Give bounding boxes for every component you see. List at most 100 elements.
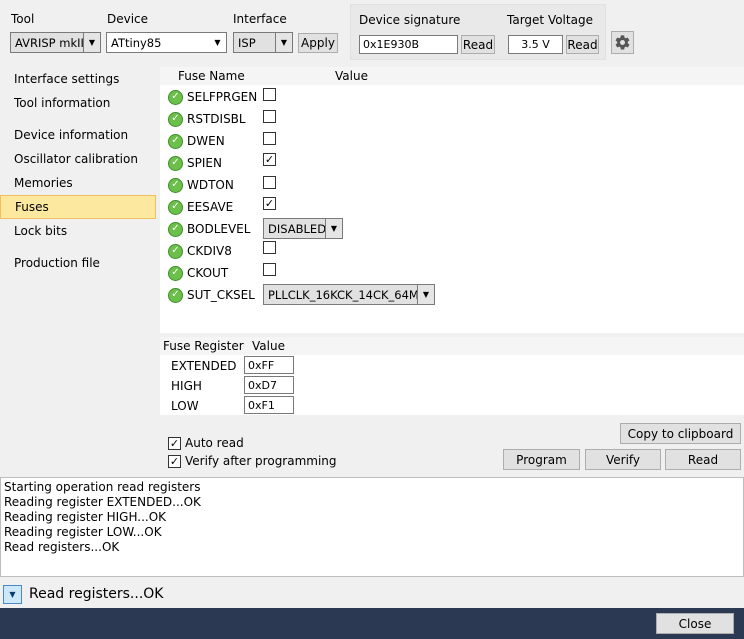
fuse-name: SPIEN <box>187 156 222 170</box>
check-circle-icon: ✓ <box>168 221 183 237</box>
fuse-name: RSTDISBL <box>187 112 246 126</box>
extended-value-field[interactable]: 0xFF <box>244 356 294 374</box>
interface-select[interactable]: ISP ▼ <box>233 32 293 53</box>
tool-select[interactable]: AVRISP mkII ▼ <box>10 32 101 53</box>
check-circle-icon: ✓ <box>168 199 183 215</box>
spien-checkbox[interactable]: ✓ <box>263 153 276 166</box>
auto-read-checkbox[interactable]: ✓ <box>168 437 181 450</box>
log-line: Read registers...OK <box>4 540 120 554</box>
register-row-low: LOW <box>171 397 199 415</box>
fuse-row-rstdisbl: ✓ RSTDISBL <box>168 108 246 130</box>
sut-cksel-select-value: PLLCLK_16KCK_14CK_64MS <box>268 287 417 302</box>
check-circle-icon: ✓ <box>168 243 183 259</box>
signature-panel: Device signature 0x1E930B Read Target Vo… <box>350 4 606 60</box>
voltage-field: 3.5 V <box>508 35 563 54</box>
check-circle-icon: ✓ <box>168 133 183 149</box>
device-programming-window: Tool AVRISP mkII ▼ Device ATtiny85 ▼ Int… <box>0 0 744 639</box>
voltage-label: Target Voltage <box>507 13 593 27</box>
sidebar-item-label: Oscillator calibration <box>14 152 138 166</box>
sidebar-item-label: Production file <box>14 256 100 270</box>
fuse-name-header: Fuse Name <box>178 69 245 83</box>
fuse-row-ckdiv8: ✓ CKDIV8 <box>168 240 232 262</box>
tool-select-value: AVRISP mkII <box>15 35 83 50</box>
dwen-checkbox[interactable] <box>263 132 276 145</box>
settings-button[interactable] <box>611 31 634 54</box>
toolbar: Tool AVRISP mkII ▼ Device ATtiny85 ▼ Int… <box>0 0 744 62</box>
low-value-field[interactable]: 0xF1 <box>244 396 294 414</box>
bodlevel-select-value: DISABLED <box>268 221 325 236</box>
interface-label: Interface <box>233 12 287 26</box>
auto-read-label: Auto read <box>185 436 244 450</box>
eesave-checkbox[interactable]: ✓ <box>263 197 276 210</box>
sidebar-item-oscillator-calibration[interactable]: Oscillator calibration <box>0 147 156 171</box>
fuse-row-ckout: ✓ CKOUT <box>168 262 228 284</box>
signature-read-button[interactable]: Read <box>461 35 495 54</box>
sidebar-item-label: Tool information <box>14 96 111 110</box>
sut-cksel-select[interactable]: PLLCLK_16KCK_14CK_64MS ▼ <box>263 284 435 305</box>
ckout-checkbox[interactable] <box>263 263 276 276</box>
fuse-row-bodlevel: ✓ BODLEVEL <box>168 218 250 240</box>
bodlevel-select[interactable]: DISABLED ▼ <box>263 218 343 239</box>
chevron-down-icon: ▼ <box>325 219 342 238</box>
high-value-field[interactable]: 0xD7 <box>244 376 294 394</box>
fuse-name: SUT_CKSEL <box>187 288 255 302</box>
sidebar-item-fuses[interactable]: Fuses <box>0 195 156 219</box>
fuse-name: WDTON <box>187 178 234 192</box>
log-line: Reading register EXTENDED...OK <box>4 495 201 509</box>
sidebar-item-label: Memories <box>14 176 73 190</box>
ckdiv8-checkbox[interactable] <box>263 241 276 254</box>
sidebar-item-device-information[interactable]: Device information <box>0 123 156 147</box>
sidebar-item-production-file[interactable]: Production file <box>0 251 156 275</box>
sidebar-item-tool-information[interactable]: Tool information <box>0 91 156 115</box>
log-line: Reading register HIGH...OK <box>4 510 167 524</box>
chevron-down-icon: ▼ <box>417 285 434 304</box>
fuse-name: CKOUT <box>187 266 229 280</box>
apply-button[interactable]: Apply <box>298 33 338 53</box>
fuse-name: SELFPRGEN <box>187 90 258 104</box>
device-select[interactable]: ATtiny85 ▼ <box>106 32 227 53</box>
fuse-row-eesave: ✓ EESAVE <box>168 196 233 218</box>
check-circle-icon: ✓ <box>168 111 183 127</box>
close-button[interactable]: Close <box>656 613 734 634</box>
check-circle-icon: ✓ <box>168 265 183 281</box>
check-circle-icon: ✓ <box>168 155 183 171</box>
log-output[interactable]: Starting operation read registers Readin… <box>0 477 744 577</box>
status-text: Read registers...OK <box>29 586 164 602</box>
check-circle-icon: ✓ <box>168 89 183 105</box>
wdton-checkbox[interactable] <box>263 176 276 189</box>
sidebar-item-label: Interface settings <box>14 72 120 86</box>
fuse-row-dwen: ✓ DWEN <box>168 130 225 152</box>
signature-label: Device signature <box>359 13 461 27</box>
sidebar-item-lock-bits[interactable]: Lock bits <box>0 219 156 243</box>
rstdisbl-checkbox[interactable] <box>263 110 276 123</box>
register-value-header: Value <box>252 339 285 353</box>
sidebar-item-label: Lock bits <box>14 224 68 238</box>
status-bar: ▼ Read registers...OK <box>0 580 744 608</box>
log-line: Starting operation read registers <box>4 480 201 494</box>
register-row-extended: EXTENDED <box>171 357 237 375</box>
device-label: Device <box>107 12 149 26</box>
fuse-table-header <box>160 67 744 85</box>
fuse-name: EESAVE <box>187 200 234 214</box>
read-button[interactable]: Read <box>665 449 741 470</box>
check-circle-icon: ✓ <box>168 287 183 303</box>
verify-button[interactable]: Verify <box>585 449 661 470</box>
verify-after-programming-checkbox[interactable]: ✓ <box>168 455 181 468</box>
log-toggle-button[interactable]: ▼ <box>3 584 22 604</box>
chevron-down-icon: ▼ <box>275 33 292 52</box>
voltage-read-button[interactable]: Read <box>566 35 599 54</box>
program-button[interactable]: Program <box>503 449 580 470</box>
register-row-high: HIGH <box>171 377 202 395</box>
fuse-row-sut-cksel: ✓ SUT_CKSEL <box>168 284 255 306</box>
fuse-name: BODLEVEL <box>187 222 251 236</box>
gear-icon <box>614 34 631 51</box>
check-circle-icon: ✓ <box>168 177 183 193</box>
sidebar-item-interface-settings[interactable]: Interface settings <box>0 67 156 91</box>
chevron-down-icon: ▼ <box>83 33 100 52</box>
copy-to-clipboard-button[interactable]: Copy to clipboard <box>620 423 741 444</box>
selfprgen-checkbox[interactable] <box>263 88 276 101</box>
register-table-header <box>160 337 744 355</box>
chevron-down-icon: ▼ <box>209 33 226 52</box>
sidebar-item-memories[interactable]: Memories <box>0 171 156 195</box>
chevron-down-icon: ▼ <box>9 589 16 599</box>
